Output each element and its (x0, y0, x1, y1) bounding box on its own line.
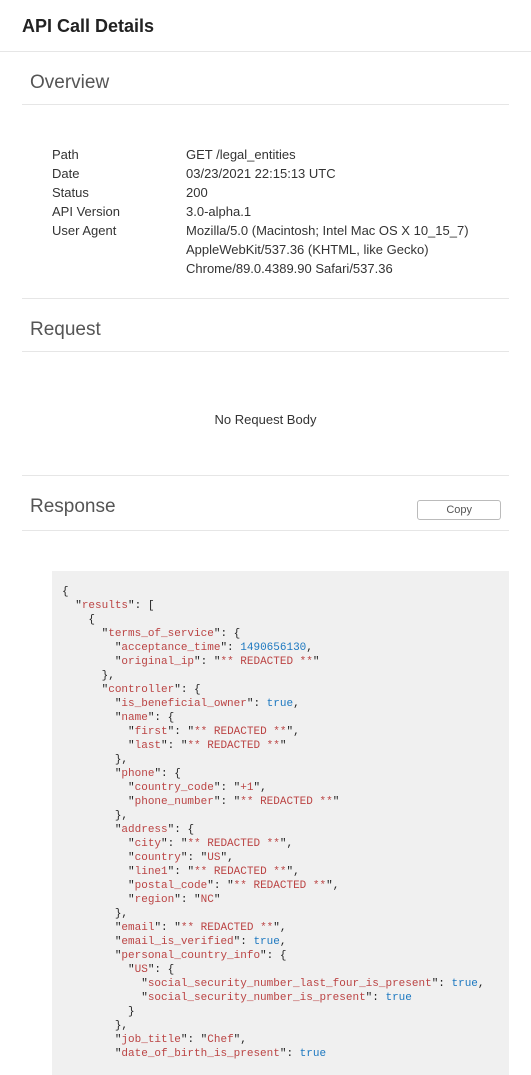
overview-key: Path (52, 145, 186, 164)
overview-value: Mozilla/5.0 (Macintosh; Intel Mac OS X 1… (186, 221, 509, 278)
request-empty-text: No Request Body (22, 352, 509, 476)
response-json: { "results": [ { "terms_of_service": { "… (52, 571, 509, 1075)
overview-row: PathGET /legal_entities (52, 145, 509, 164)
overview-key: API Version (52, 202, 186, 221)
overview-value: 3.0-alpha.1 (186, 202, 509, 221)
overview-table: PathGET /legal_entitiesDate03/23/2021 22… (22, 105, 509, 299)
copy-button[interactable]: Copy (417, 500, 501, 520)
request-section: Request No Request Body (0, 299, 531, 476)
overview-key: Date (52, 164, 186, 183)
overview-heading: Overview (22, 64, 509, 104)
overview-value: GET /legal_entities (186, 145, 509, 164)
overview-key: User Agent (52, 221, 186, 278)
overview-row: User AgentMozilla/5.0 (Macintosh; Intel … (52, 221, 509, 278)
page-title: API Call Details (0, 0, 531, 52)
request-heading: Request (22, 311, 509, 351)
response-heading: Response (22, 488, 116, 528)
overview-row: API Version3.0-alpha.1 (52, 202, 509, 221)
overview-section: Overview PathGET /legal_entitiesDate03/2… (0, 52, 531, 299)
overview-row: Status200 (52, 183, 509, 202)
overview-row: Date03/23/2021 22:15:13 UTC (52, 164, 509, 183)
response-body: { "results": [ { "terms_of_service": { "… (22, 531, 509, 1075)
overview-value: 03/23/2021 22:15:13 UTC (186, 164, 509, 183)
overview-key: Status (52, 183, 186, 202)
overview-value: 200 (186, 183, 509, 202)
response-section: Response Copy { "results": [ { "terms_of… (0, 476, 531, 1075)
